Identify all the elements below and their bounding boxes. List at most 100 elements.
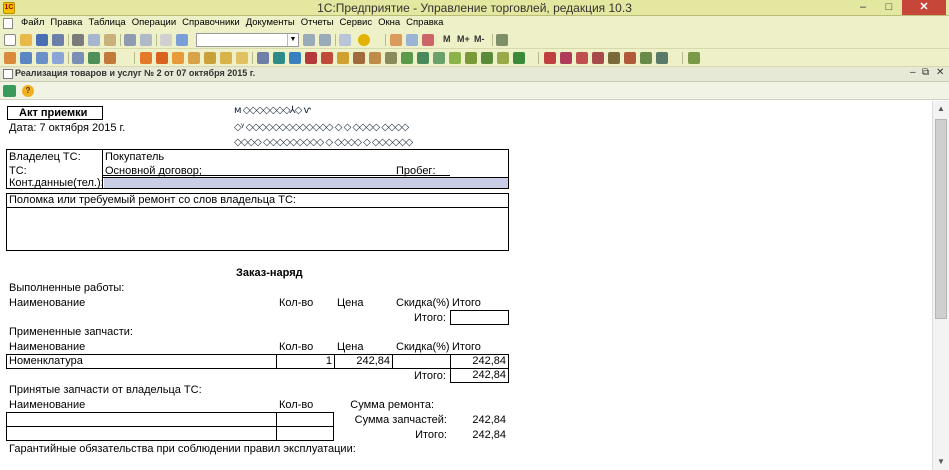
maximize-button[interactable]: □ <box>876 0 902 15</box>
paste-icon[interactable] <box>104 34 116 46</box>
catalog-icon[interactable] <box>4 52 16 64</box>
report-money-icon[interactable] <box>592 52 604 64</box>
memory-button[interactable]: M <box>443 34 451 44</box>
redacted-company-line-3: ◇◇◇◇ ◇◇◇◇◇◇◇◇◇ ◇ ◇◇◇◇ ◇ ◇◇◇◇◇◇ <box>234 137 413 148</box>
invoice-icon[interactable] <box>236 52 248 64</box>
undo-icon[interactable] <box>160 34 172 46</box>
tools-icon[interactable] <box>496 34 508 46</box>
prices-icon[interactable] <box>88 52 100 64</box>
reports-icon[interactable] <box>52 52 64 64</box>
accepted-col-divider <box>276 412 277 441</box>
document-icon[interactable] <box>3 18 13 29</box>
save-copy-icon[interactable] <box>52 34 64 46</box>
standard-toolbar: ▼ M M+ M- <box>0 31 949 49</box>
memory-minus-button[interactable]: M- <box>474 34 485 44</box>
documents-icon[interactable] <box>36 52 48 64</box>
print-icon[interactable] <box>124 34 136 46</box>
toolbar-separator <box>134 52 135 64</box>
close-button[interactable]: ✕ <box>902 0 946 15</box>
report-analysis-icon[interactable] <box>640 52 652 64</box>
works-col-discount: Скидка(%) <box>396 297 450 309</box>
copy-icon[interactable] <box>88 34 100 46</box>
find-next-icon[interactable] <box>303 34 315 46</box>
calculator-icon[interactable] <box>406 34 418 46</box>
window-icon[interactable] <box>339 34 351 46</box>
memory-plus-button[interactable]: M+ <box>457 34 470 44</box>
menu-reports[interactable]: Отчеты <box>298 17 337 28</box>
chevron-down-icon[interactable]: ▼ <box>287 34 298 46</box>
menu-file[interactable]: Файл <box>18 17 47 28</box>
offset-icon[interactable] <box>497 52 509 64</box>
menu-documents[interactable]: Документы <box>243 17 298 28</box>
journal-icon[interactable] <box>20 52 32 64</box>
works-col-total: Итого <box>452 297 481 309</box>
receipt-icon[interactable] <box>273 52 285 64</box>
sale-icon[interactable] <box>156 52 168 64</box>
search-combobox[interactable]: ▼ <box>196 33 299 47</box>
setup-icon[interactable] <box>688 52 700 64</box>
purchase-icon[interactable] <box>257 52 269 64</box>
report-stock-icon[interactable] <box>560 52 572 64</box>
payment-order-icon[interactable] <box>449 52 461 64</box>
assembly-icon[interactable] <box>337 52 349 64</box>
table-icon[interactable] <box>390 34 402 46</box>
advance-icon[interactable] <box>465 52 477 64</box>
menu-catalogs[interactable]: Справочники <box>179 17 243 28</box>
menu-service[interactable]: Сервис <box>337 17 376 28</box>
doc-minimize-button[interactable]: – <box>910 67 916 78</box>
report-purchase-icon[interactable] <box>624 52 636 64</box>
bank-statement-icon[interactable] <box>433 52 445 64</box>
inventory-icon[interactable] <box>321 52 333 64</box>
transfer-icon[interactable] <box>289 52 301 64</box>
return-icon[interactable] <box>172 52 184 64</box>
goods-icon[interactable] <box>72 52 84 64</box>
reval-icon[interactable] <box>369 52 381 64</box>
ledger-icon[interactable] <box>513 52 525 64</box>
print-preview-icon[interactable] <box>140 34 152 46</box>
cash-order-icon[interactable] <box>401 52 413 64</box>
scroll-thumb[interactable] <box>935 119 947 319</box>
find-prev-icon[interactable] <box>319 34 331 46</box>
scroll-down-icon[interactable]: ▼ <box>933 454 949 470</box>
act-date: Дата: 7 октября 2015 г. <box>9 122 126 134</box>
document-icon <box>3 69 13 79</box>
report-summary-icon[interactable] <box>656 52 668 64</box>
contacts-field[interactable] <box>104 178 508 188</box>
cash-icon[interactable] <box>204 52 216 64</box>
menu-windows[interactable]: Окна <box>375 17 403 28</box>
menu-edit[interactable]: Правка <box>47 17 85 28</box>
spreadsheet-document[interactable]: Акт приемки Дата: 7 октября 2015 г. ᴍ ◇◇… <box>0 101 932 470</box>
save-icon[interactable] <box>36 34 48 46</box>
find-icon[interactable] <box>176 34 188 46</box>
debt-icon[interactable] <box>481 52 493 64</box>
doc-restore-button[interactable]: ⧉ <box>922 67 929 78</box>
cut-icon[interactable] <box>72 34 84 46</box>
toolbar-separator <box>120 34 121 46</box>
works-col-name: Наименование <box>9 297 86 309</box>
calendar-icon[interactable] <box>422 34 434 46</box>
scroll-up-icon[interactable]: ▲ <box>933 101 949 117</box>
vertical-scrollbar[interactable]: ▲ ▼ <box>932 101 949 470</box>
report-debt-icon[interactable] <box>576 52 588 64</box>
menu-help[interactable]: Справка <box>403 17 446 28</box>
doc-close-button[interactable]: ✕ <box>936 67 944 78</box>
payment-icon[interactable] <box>188 52 200 64</box>
settlement-icon[interactable] <box>385 52 397 64</box>
menu-table[interactable]: Таблица <box>85 17 128 28</box>
warehouse-icon[interactable] <box>104 52 116 64</box>
document-toolbar: ? <box>0 82 949 100</box>
order-icon[interactable] <box>140 52 152 64</box>
menu-operations[interactable]: Операции <box>129 17 179 28</box>
write-off-icon[interactable] <box>305 52 317 64</box>
open-folder-icon[interactable] <box>20 34 32 46</box>
bank-icon[interactable] <box>220 52 232 64</box>
minimize-button[interactable]: – <box>850 0 876 15</box>
help-icon[interactable]: ? <box>22 85 34 97</box>
new-document-icon[interactable] <box>4 34 16 46</box>
report-sales-icon[interactable] <box>544 52 556 64</box>
return-supplier-icon[interactable] <box>353 52 365 64</box>
camera-icon[interactable] <box>3 85 16 97</box>
report-profit-icon[interactable] <box>608 52 620 64</box>
expense-order-icon[interactable] <box>417 52 429 64</box>
info-icon[interactable] <box>358 34 370 46</box>
